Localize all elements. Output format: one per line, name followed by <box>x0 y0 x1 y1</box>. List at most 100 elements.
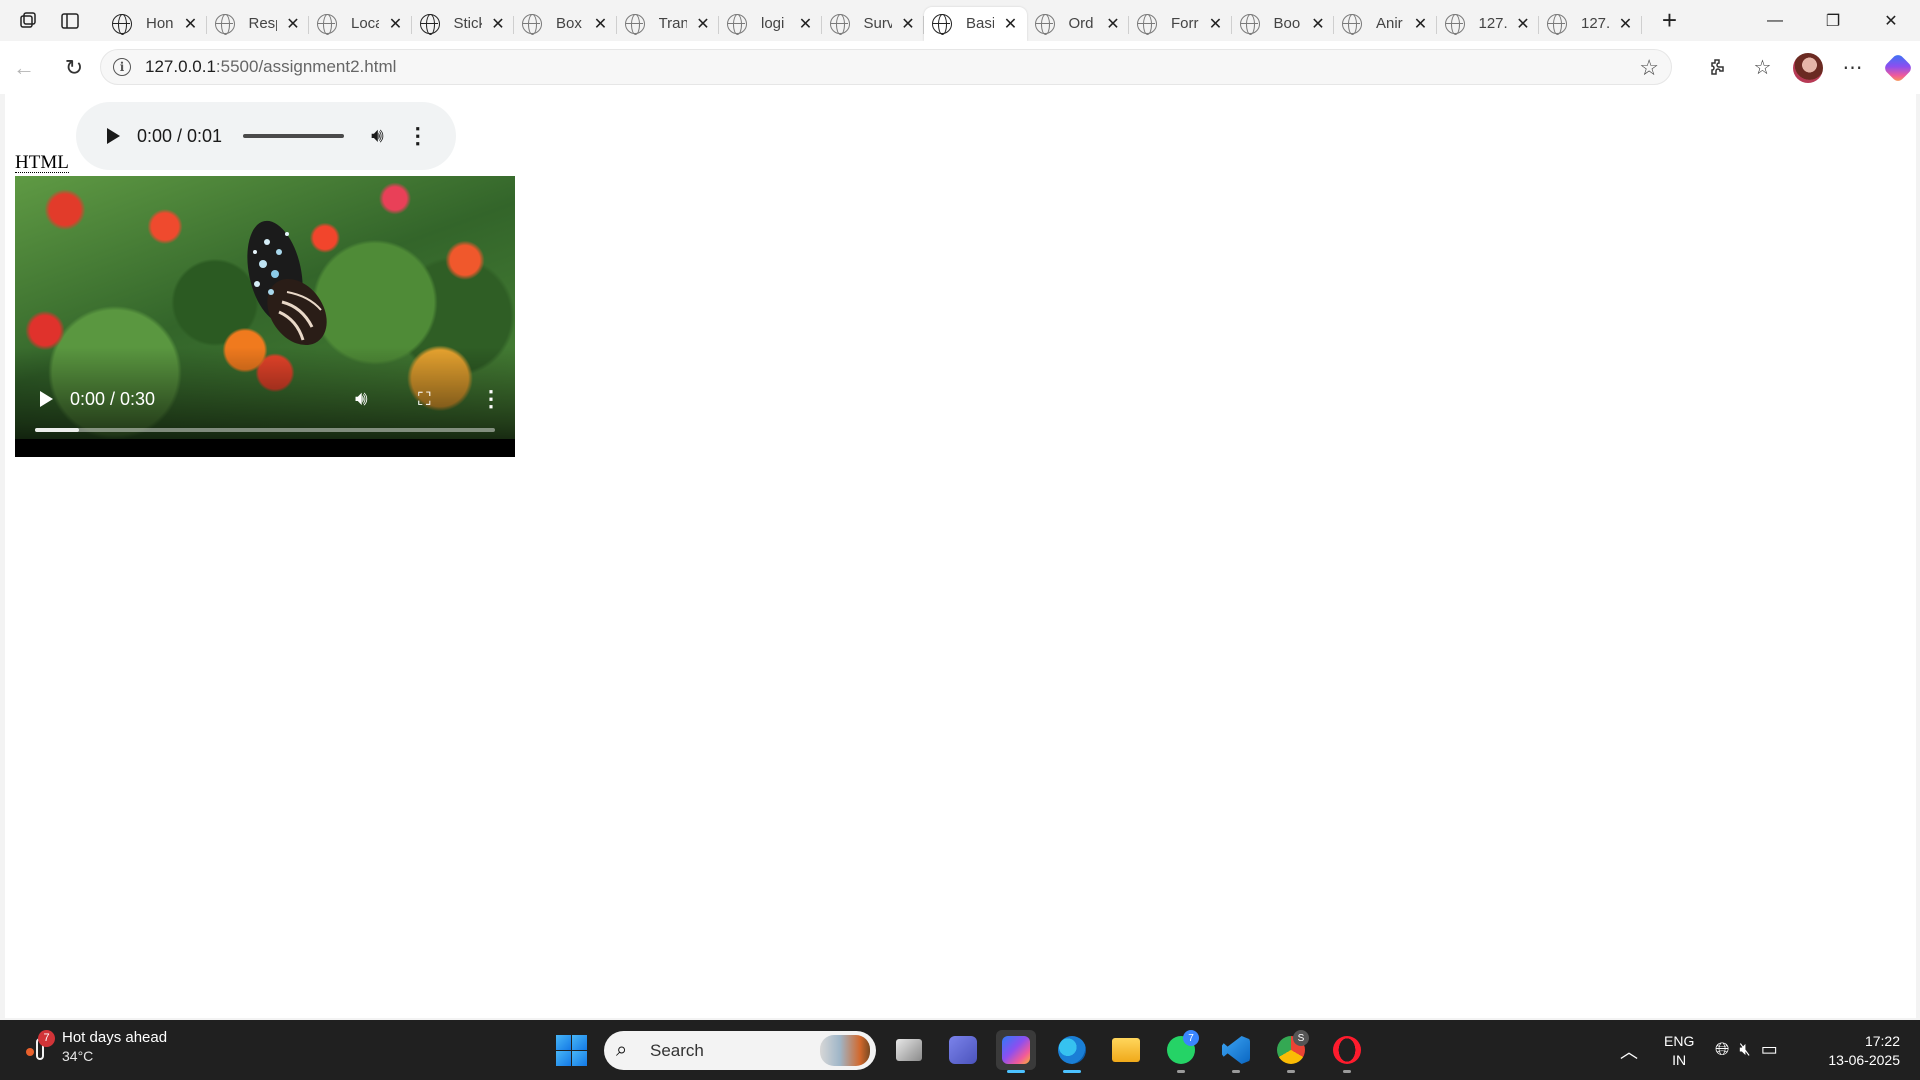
video-seek-bar[interactable] <box>35 428 495 432</box>
tab-title: 127. <box>1478 15 1507 32</box>
volume-muted-icon[interactable]: 🔇︎ <box>1739 1039 1750 1060</box>
url-text[interactable]: 127.0.0.1:5500/assignment2.html <box>145 57 396 77</box>
edge-icon[interactable] <box>1052 1030 1092 1073</box>
vscode-icon[interactable] <box>1216 1030 1256 1073</box>
reload-button[interactable]: ↻ <box>54 48 94 88</box>
tab-actions-icon[interactable] <box>60 11 80 31</box>
taskbar-search[interactable]: ⌕ Search <box>604 1031 876 1070</box>
weather-widget[interactable]: 7 Hot days ahead 34°C <box>24 1029 167 1064</box>
fullscreen-icon[interactable]: ⛶ <box>418 389 431 410</box>
new-tab-button[interactable]: + <box>1650 4 1690 38</box>
tab-title: Ord <box>1068 15 1094 32</box>
task-view-icon[interactable] <box>889 1030 929 1070</box>
language-indicator[interactable]: ENG IN <box>1664 1032 1694 1070</box>
close-icon[interactable]: ✕ <box>1003 14 1019 34</box>
close-icon[interactable]: ✕ <box>490 14 506 34</box>
clock-date: 13-06-2025 <box>1828 1052 1900 1068</box>
audio-time: 0:00 / 0:01 <box>137 125 223 146</box>
audio-volume-icon[interactable]: 🔊︎ <box>371 125 384 148</box>
tab-loca[interactable]: Loca ✕ <box>309 7 412 41</box>
tab-strip: Hon ✕ Resp ✕ Loca ✕ Stick ✕ Box ✕ Tran ✕ logi ✕… <box>0 0 1920 41</box>
start-button[interactable] <box>556 1035 587 1066</box>
video-buffered <box>35 428 79 432</box>
favorite-star-icon[interactable]: ☆ <box>1639 55 1659 81</box>
audio-seek-bar[interactable] <box>243 134 345 138</box>
close-window-icon[interactable]: ✕ <box>1862 0 1920 41</box>
video-controls: 0:00 / 0:30 🔊︎ ⛶ ⋮ <box>15 384 515 414</box>
tab-title: Loca <box>351 15 379 32</box>
close-icon[interactable]: ✕ <box>695 14 711 34</box>
opera-icon[interactable] <box>1327 1030 1367 1073</box>
close-icon[interactable]: ✕ <box>798 14 814 34</box>
video-play-icon[interactable] <box>40 391 53 407</box>
whatsapp-icon[interactable]: 7 <box>1161 1030 1201 1073</box>
tab-stick[interactable]: Stick ✕ <box>412 7 515 41</box>
globe-icon <box>1034 13 1055 35</box>
whatsapp-badge: 7 <box>1183 1030 1199 1046</box>
settings-more-icon[interactable]: ⋯ <box>1830 48 1875 88</box>
copilot-app-icon[interactable] <box>996 1030 1036 1073</box>
close-icon[interactable]: ✕ <box>900 14 916 34</box>
close-icon[interactable]: ✕ <box>1105 14 1121 34</box>
close-icon[interactable]: ✕ <box>1310 14 1326 34</box>
battery-icon[interactable]: ▭ <box>1761 1039 1778 1060</box>
globe-icon <box>419 13 440 35</box>
close-icon[interactable]: ✕ <box>1413 14 1429 34</box>
close-icon[interactable]: ✕ <box>388 14 404 34</box>
favorites-icon[interactable]: ☆ <box>1740 48 1785 88</box>
tab-hon[interactable]: Hon ✕ <box>104 7 207 41</box>
chrome-badge: S <box>1293 1030 1309 1046</box>
tab-title: 127. <box>1581 15 1609 32</box>
tab-forr[interactable]: Forr ✕ <box>1129 7 1232 41</box>
address-bar[interactable]: i 127.0.0.1:5500/assignment2.html ☆ <box>100 49 1672 85</box>
language-code: ENG <box>1664 1033 1695 1049</box>
tab-title: Boo <box>1273 15 1301 32</box>
globe-icon <box>624 13 645 35</box>
workspaces-icon[interactable] <box>18 11 38 31</box>
chrome-icon[interactable]: S <box>1271 1030 1311 1073</box>
teams-icon[interactable] <box>943 1030 983 1070</box>
file-explorer-icon[interactable] <box>1106 1030 1146 1070</box>
video-more-icon[interactable]: ⋮ <box>480 386 502 412</box>
site-info-icon[interactable]: i <box>113 58 131 76</box>
tab-boo[interactable]: Boo ✕ <box>1232 7 1335 41</box>
thermometer-icon: 7 <box>24 1029 55 1064</box>
audio-player[interactable]: 0:00 / 0:01 🔊︎ ⋮ <box>76 102 456 170</box>
window-icons <box>0 11 104 31</box>
tab-title: Stick <box>453 15 482 32</box>
globe-icon <box>1547 13 1567 35</box>
clock[interactable]: 17:22 13-06-2025 <box>1816 1032 1900 1070</box>
close-icon[interactable]: ✕ <box>1208 14 1224 34</box>
tab-logi[interactable]: logi ✕ <box>719 7 822 41</box>
tab-127-b[interactable]: 127. ✕ <box>1539 7 1642 41</box>
close-icon[interactable]: ✕ <box>183 14 199 34</box>
profile-button[interactable] <box>1785 48 1830 88</box>
network-icon[interactable]: 🌐︎ <box>1715 1039 1729 1060</box>
tab-anir[interactable]: Anir ✕ <box>1334 7 1437 41</box>
tab-tran[interactable]: Tran ✕ <box>617 7 720 41</box>
video-letterbox <box>15 439 515 457</box>
restore-icon[interactable]: ❐ <box>1804 0 1862 41</box>
tab-resp[interactable]: Resp ✕ <box>207 7 310 41</box>
weather-badge: 7 <box>38 1029 55 1047</box>
audio-play-icon[interactable] <box>107 128 120 144</box>
extensions-icon[interactable] <box>1695 48 1740 88</box>
close-icon[interactable]: ✕ <box>593 14 609 34</box>
minimize-icon[interactable]: — <box>1746 0 1804 41</box>
avatar <box>1792 52 1823 83</box>
close-icon[interactable]: ✕ <box>285 14 301 34</box>
close-icon[interactable]: ✕ <box>1618 14 1634 34</box>
video-volume-icon[interactable]: 🔊︎ <box>355 388 368 411</box>
audio-more-icon[interactable]: ⋮ <box>407 123 429 149</box>
tab-title: logi <box>761 15 785 32</box>
back-button[interactable]: ← <box>4 48 44 88</box>
tab-basi-active[interactable]: Basi ✕ <box>924 6 1027 41</box>
copilot-icon[interactable] <box>1875 48 1920 88</box>
tab-box[interactable]: Box ✕ <box>514 7 617 41</box>
tab-ord[interactable]: Ord ✕ <box>1027 7 1130 41</box>
tab-127-a[interactable]: 127. ✕ <box>1437 7 1540 41</box>
tab-surv[interactable]: Surv ✕ <box>822 7 925 41</box>
close-icon[interactable]: ✕ <box>1515 14 1531 34</box>
video-player[interactable]: 0:00 / 0:30 🔊︎ ⛶ ⋮ <box>15 176 515 457</box>
show-hidden-icons-icon[interactable]: ︿ <box>1620 1038 1638 1064</box>
